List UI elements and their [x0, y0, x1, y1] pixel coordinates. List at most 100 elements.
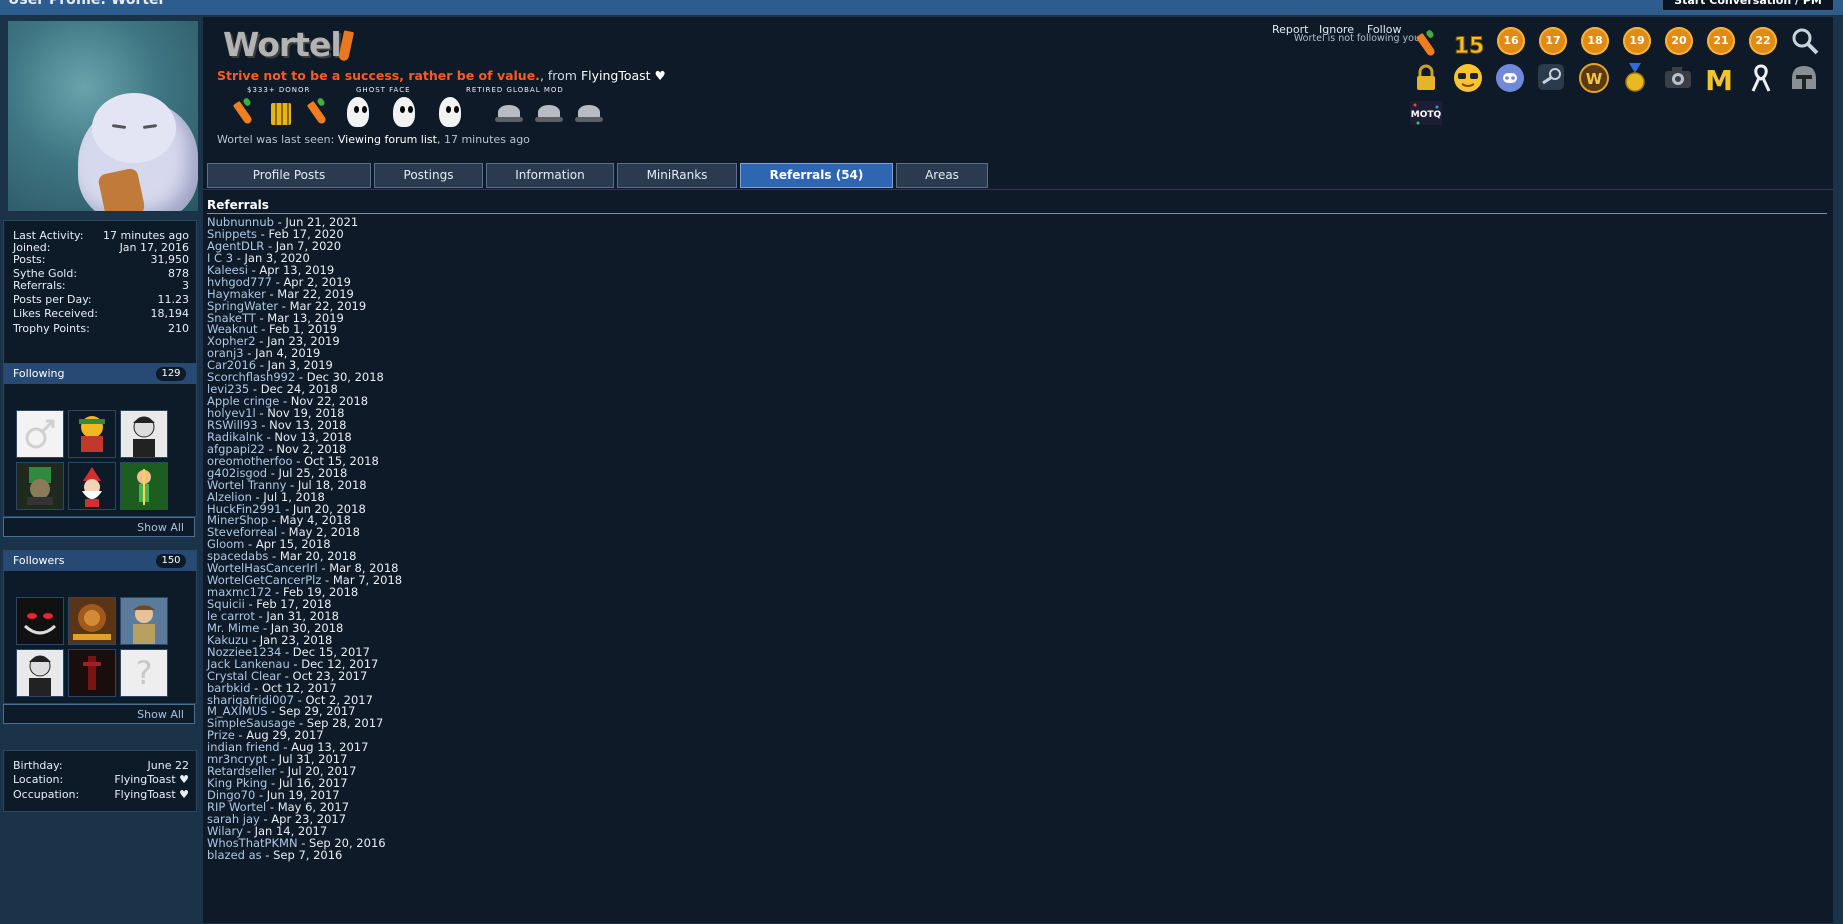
trophy-17-icon[interactable]: 17: [1539, 27, 1567, 55]
follower-avatar[interactable]: [16, 597, 64, 645]
followers-panel: Followers 150 ?: [3, 550, 197, 704]
status-line: Strive not to be a success, rather be of…: [217, 68, 666, 83]
from-location-link[interactable]: FlyingToast ♥: [581, 68, 666, 83]
tab-miniranks[interactable]: MiniRanks: [617, 163, 737, 188]
red-figure-icon: [83, 656, 101, 690]
camera-icon[interactable]: [1663, 63, 1691, 91]
followers-count: 150: [156, 554, 186, 568]
gold-bars-icon: [267, 97, 295, 127]
follower-avatar[interactable]: [16, 649, 64, 697]
not-following-text: Wortel is not following you: [1293, 33, 1420, 44]
profile-stats: Last Activity: 17 minutes ago Joined: Jan …: [3, 220, 197, 367]
referrals-title: Referrals: [207, 198, 269, 212]
grin-face-icon: [23, 613, 57, 635]
hat-icon: [495, 103, 523, 125]
following-avatar[interactable]: [16, 410, 64, 458]
followers-title: Followers: [13, 554, 65, 567]
follower-avatar[interactable]: [68, 597, 116, 645]
stat-posts-per-day: Posts per Day: 11.23: [13, 293, 189, 306]
following-count: 129: [156, 367, 186, 381]
discord-icon[interactable]: [1495, 63, 1524, 92]
follower-avatar[interactable]: [120, 597, 168, 645]
start-conversation-button[interactable]: Start Conversation / PM: [1662, 0, 1834, 11]
green-character-icon: [137, 469, 151, 505]
hat-icon: [575, 103, 603, 125]
referral-item: blazed as - Sep 7, 2016: [207, 847, 343, 862]
svg-text:MOTQ: MOTQ: [1411, 110, 1442, 120]
referral-date: Sep 7, 2016: [273, 847, 343, 862]
male-symbol-icon: [25, 419, 55, 449]
stat-posts: Posts: 31,950: [13, 253, 189, 266]
hat-icon: [535, 103, 563, 125]
tab-referrals[interactable]: Referrals (54): [740, 163, 893, 188]
stat-trophy-points: Trophy Points: 210: [13, 322, 189, 335]
lock-icon[interactable]: [1412, 63, 1440, 91]
minirank-label-retired-gmod: RETIRED GLOBAL MOD: [466, 86, 564, 94]
following-avatar[interactable]: [120, 462, 168, 510]
minirank-label-donor: $333+ DONOR: [247, 86, 311, 94]
last-seen: Wortel was last seen: Viewing forum list…: [217, 133, 530, 146]
svg-text:W: W: [1586, 70, 1603, 88]
page-title: User Profile: Wortel: [8, 0, 164, 8]
avatar[interactable]: [8, 21, 198, 211]
referrals-content: Referrals Nubnunnub - Jun 21, 2021 Snippe…: [203, 189, 1833, 923]
ribbon-icon[interactable]: [1747, 63, 1775, 92]
steam-icon[interactable]: [1537, 63, 1565, 91]
carrot-icon: [229, 97, 257, 127]
tab-postings[interactable]: Postings: [374, 163, 483, 188]
tab-areas[interactable]: Areas: [896, 163, 988, 188]
medal-icon[interactable]: [1621, 63, 1649, 92]
tab-information[interactable]: Information: [486, 163, 614, 188]
trophy-22-icon[interactable]: 22: [1749, 27, 1777, 55]
minirank-label-ghost: GHOST FACE: [356, 86, 411, 94]
carrot-icon: [303, 97, 331, 127]
wow-icon[interactable]: W: [1579, 63, 1609, 93]
tab-profile-posts[interactable]: Profile Posts: [207, 163, 371, 188]
follower-avatar[interactable]: [68, 649, 116, 697]
ghost-face-icon: [393, 97, 415, 127]
referrals-list: Nubnunnub - Jun 21, 2021 Snippets - Feb 1…: [207, 216, 807, 862]
following-panel: Following 129: [3, 363, 197, 517]
profile-about: Birthday: June 22 Location: FlyingToast ♥ …: [3, 750, 197, 812]
ghost-face-icon: [439, 97, 461, 127]
stat-referrals: Referrals: 3: [13, 279, 189, 292]
svg-text:M: M: [1705, 64, 1733, 93]
last-seen-link[interactable]: Viewing forum list: [338, 133, 437, 146]
following-avatar[interactable]: [68, 462, 116, 510]
following-show-all-button[interactable]: Show All: [3, 517, 195, 537]
about-occupation: Occupation: FlyingToast ♥: [13, 788, 189, 801]
follower-avatar[interactable]: ?: [120, 649, 168, 697]
followers-show-all-button[interactable]: Show All: [3, 704, 195, 724]
about-birthday: Birthday: June 22: [13, 759, 189, 772]
following-avatar[interactable]: [68, 410, 116, 458]
helmet-icon[interactable]: [1789, 63, 1817, 91]
man-portrait-icon: [133, 605, 155, 644]
svg-text:?: ?: [136, 654, 153, 692]
santa-icon: [82, 467, 102, 507]
profile-sidebar: Last Activity: 17 minutes ago Joined: Jan …: [0, 15, 203, 924]
trophy-15-icon[interactable]: 15: [1453, 27, 1485, 60]
stat-likes-received: Likes Received: 18,194: [13, 307, 189, 320]
magnifier-icon[interactable]: [1791, 27, 1819, 55]
trophy-16-icon[interactable]: 16: [1497, 27, 1525, 55]
following-avatar[interactable]: [16, 462, 64, 510]
question-mark-icon: ?: [136, 654, 153, 692]
sunglasses-emoji-icon[interactable]: [1453, 63, 1482, 92]
carrot-trophy-icon[interactable]: [1412, 29, 1440, 57]
trophy-20-icon[interactable]: 20: [1665, 27, 1693, 55]
about-location: Location: FlyingToast ♥: [13, 773, 189, 786]
trophy-18-icon[interactable]: 18: [1581, 27, 1609, 55]
motq-badge-icon[interactable]: MOTQ: [1410, 99, 1442, 127]
character-icon: [79, 416, 105, 452]
trophy-19-icon[interactable]: 19: [1623, 27, 1651, 55]
m-letter-icon[interactable]: M: [1705, 63, 1733, 97]
referral-username-link[interactable]: blazed as: [207, 848, 262, 862]
username-logo: Wortel: [221, 25, 355, 67]
svg-text:15: 15: [1455, 34, 1483, 57]
following-title: Following: [13, 367, 65, 380]
ghost-face-icon: [347, 97, 369, 127]
following-avatar[interactable]: [120, 410, 168, 458]
lion-icon: [73, 604, 111, 640]
trophy-21-icon[interactable]: 21: [1707, 27, 1735, 55]
green-hat-icon: [27, 467, 53, 505]
